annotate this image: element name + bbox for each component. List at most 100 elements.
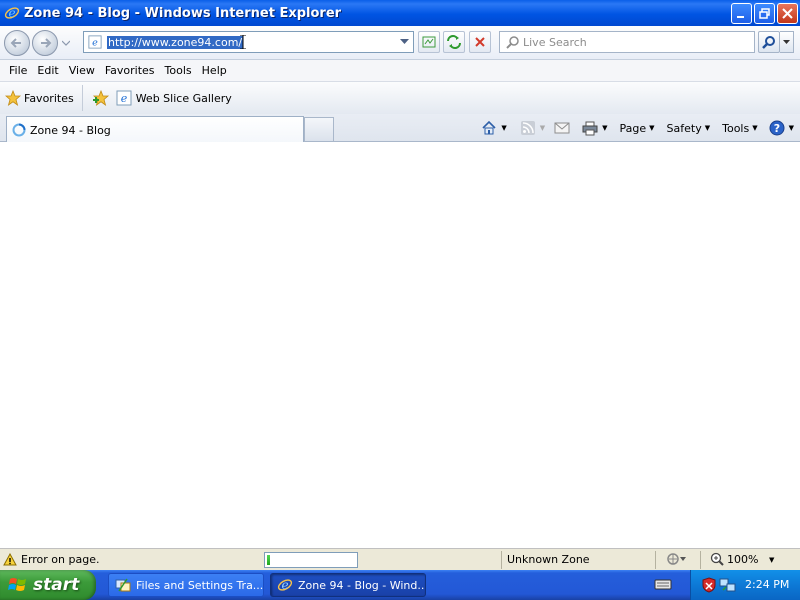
menu-help[interactable]: Help xyxy=(197,61,232,81)
page-load-progress xyxy=(264,552,358,568)
menu-bar: File Edit View Favorites Tools Help xyxy=(0,60,800,82)
tab-label: Zone 94 - Blog xyxy=(30,123,111,137)
menu-edit[interactable]: Edit xyxy=(32,61,63,81)
taskbar-item-files-settings[interactable]: Files and Settings Tra... xyxy=(108,573,264,597)
stop-icon xyxy=(475,37,485,47)
zoom-button[interactable]: 100% xyxy=(710,552,758,566)
zoom-level: 100% xyxy=(727,552,759,566)
page-ie-icon: e xyxy=(87,34,103,50)
windows-logo-icon xyxy=(8,575,28,595)
security-zone[interactable]: Unknown Zone xyxy=(507,553,590,566)
search-icon xyxy=(762,36,775,49)
back-arrow-icon xyxy=(10,38,21,48)
recent-pages-dropdown[interactable] xyxy=(61,38,71,48)
address-toolbar: e http://www.zone94.com/ Live Search xyxy=(0,26,800,60)
forward-button[interactable] xyxy=(32,30,58,56)
favorites-star-icon xyxy=(5,90,21,106)
restore-button[interactable] xyxy=(754,3,775,24)
read-mail-button[interactable] xyxy=(553,119,571,137)
favorites-bar: Favorites e Web Slice Gallery xyxy=(0,82,800,114)
favorites-button[interactable]: Favorites xyxy=(0,85,83,111)
protected-mode-icon xyxy=(667,553,686,565)
add-favorite-icon xyxy=(92,90,109,106)
page-menu[interactable]: Page ▼ xyxy=(620,122,655,135)
refresh-icon xyxy=(447,35,461,49)
error-on-page-indicator[interactable]: Error on page. xyxy=(0,553,260,566)
keyboard-language-icon[interactable] xyxy=(654,577,672,593)
svg-text:e: e xyxy=(120,92,127,105)
status-message: Error on page. xyxy=(21,553,100,566)
page-content[interactable] xyxy=(0,142,800,548)
taskbar-item-label: Files and Settings Tra... xyxy=(136,578,264,592)
help-button[interactable]: ? ▼ xyxy=(768,119,794,137)
window-title: Zone 94 - Blog - Windows Internet Explor… xyxy=(24,5,342,21)
security-alert-icon[interactable] xyxy=(701,577,717,596)
status-bar: Error on page. Unknown Zone 100% ▼ xyxy=(0,548,800,570)
ie-page-icon: e xyxy=(116,90,132,106)
address-url[interactable]: http://www.zone94.com/ xyxy=(107,35,244,49)
web-slice-label: Web Slice Gallery xyxy=(135,91,232,105)
search-button[interactable] xyxy=(758,31,780,53)
mail-icon xyxy=(553,119,571,137)
search-input[interactable]: Live Search xyxy=(499,31,755,53)
text-cursor-icon xyxy=(240,34,246,50)
compatibility-icon xyxy=(422,36,436,48)
taskbar-item-label: Zone 94 - Blog - Wind... xyxy=(298,578,426,592)
address-bar[interactable]: e http://www.zone94.com/ xyxy=(83,31,414,53)
protected-mode-button[interactable] xyxy=(666,552,686,566)
start-label: start xyxy=(33,575,80,595)
tools-menu[interactable]: Tools ▼ xyxy=(722,122,758,135)
print-button[interactable]: ▼ xyxy=(581,119,608,137)
refresh-button[interactable] xyxy=(443,31,465,53)
taskbar: start Files and Settings Tra... e Zone 9… xyxy=(0,570,800,600)
search-placeholder: Live Search xyxy=(523,35,587,49)
menu-view[interactable]: View xyxy=(64,61,100,81)
taskbar-item-ie[interactable]: e Zone 94 - Blog - Wind... xyxy=(270,573,426,597)
feeds-button[interactable]: ▼ xyxy=(519,119,545,137)
printer-icon xyxy=(581,119,599,137)
menu-tools[interactable]: Tools xyxy=(160,61,197,81)
compatibility-view-button[interactable] xyxy=(418,31,440,53)
address-dropdown-button[interactable] xyxy=(396,33,412,51)
safety-menu[interactable]: Safety ▼ xyxy=(667,122,711,135)
svg-text:e: e xyxy=(8,6,15,20)
rss-feed-icon xyxy=(519,119,537,137)
home-button[interactable]: ▼ xyxy=(480,119,507,137)
ie-icon: e xyxy=(4,5,20,21)
web-slice-gallery-link[interactable]: e Web Slice Gallery xyxy=(116,90,232,106)
favorites-label: Favorites xyxy=(24,91,74,105)
safety-menu-label: Safety xyxy=(666,121,702,135)
loading-icon xyxy=(11,122,27,138)
progress-fill xyxy=(267,555,270,565)
stop-button[interactable] xyxy=(469,31,491,53)
add-to-favorites-bar-button[interactable] xyxy=(91,88,111,108)
svg-text:?: ? xyxy=(773,122,779,135)
transfer-wizard-icon xyxy=(115,577,131,593)
tab-row: Zone 94 - Blog ▼ ▼ ▼ Page ▼ Safety ▼ Too… xyxy=(0,114,800,143)
page-menu-label: Page xyxy=(619,121,647,135)
command-bar: ▼ ▼ ▼ Page ▼ Safety ▼ Tools ▼ ? ▼ xyxy=(474,116,794,140)
search-options-dropdown[interactable] xyxy=(780,31,794,53)
system-tray: 2:24 PM xyxy=(690,570,800,600)
clock[interactable]: 2:24 PM xyxy=(745,578,789,591)
zoom-dropdown-icon[interactable]: ▼ xyxy=(769,556,774,564)
menu-file[interactable]: File xyxy=(4,61,32,81)
menu-favorites[interactable]: Favorites xyxy=(100,61,160,81)
svg-text:e: e xyxy=(281,578,288,592)
start-button[interactable]: start xyxy=(0,570,96,600)
back-button[interactable] xyxy=(4,30,30,56)
tools-menu-label: Tools xyxy=(722,121,750,135)
network-icon[interactable] xyxy=(719,577,737,596)
feeds-dropdown-icon[interactable]: ▼ xyxy=(540,124,545,132)
home-dropdown-icon[interactable]: ▼ xyxy=(501,124,506,132)
tab-zone94-blog[interactable]: Zone 94 - Blog xyxy=(6,116,304,143)
minimize-button[interactable] xyxy=(731,3,752,24)
new-tab-button[interactable] xyxy=(304,117,334,141)
print-dropdown-icon[interactable]: ▼ xyxy=(602,124,607,132)
title-bar[interactable]: e Zone 94 - Blog - Windows Internet Expl… xyxy=(0,0,800,26)
search-provider-icon xyxy=(504,34,520,50)
close-button[interactable] xyxy=(777,3,798,24)
svg-text:e: e xyxy=(92,38,98,49)
home-icon xyxy=(480,119,498,137)
help-icon: ? xyxy=(768,119,786,137)
